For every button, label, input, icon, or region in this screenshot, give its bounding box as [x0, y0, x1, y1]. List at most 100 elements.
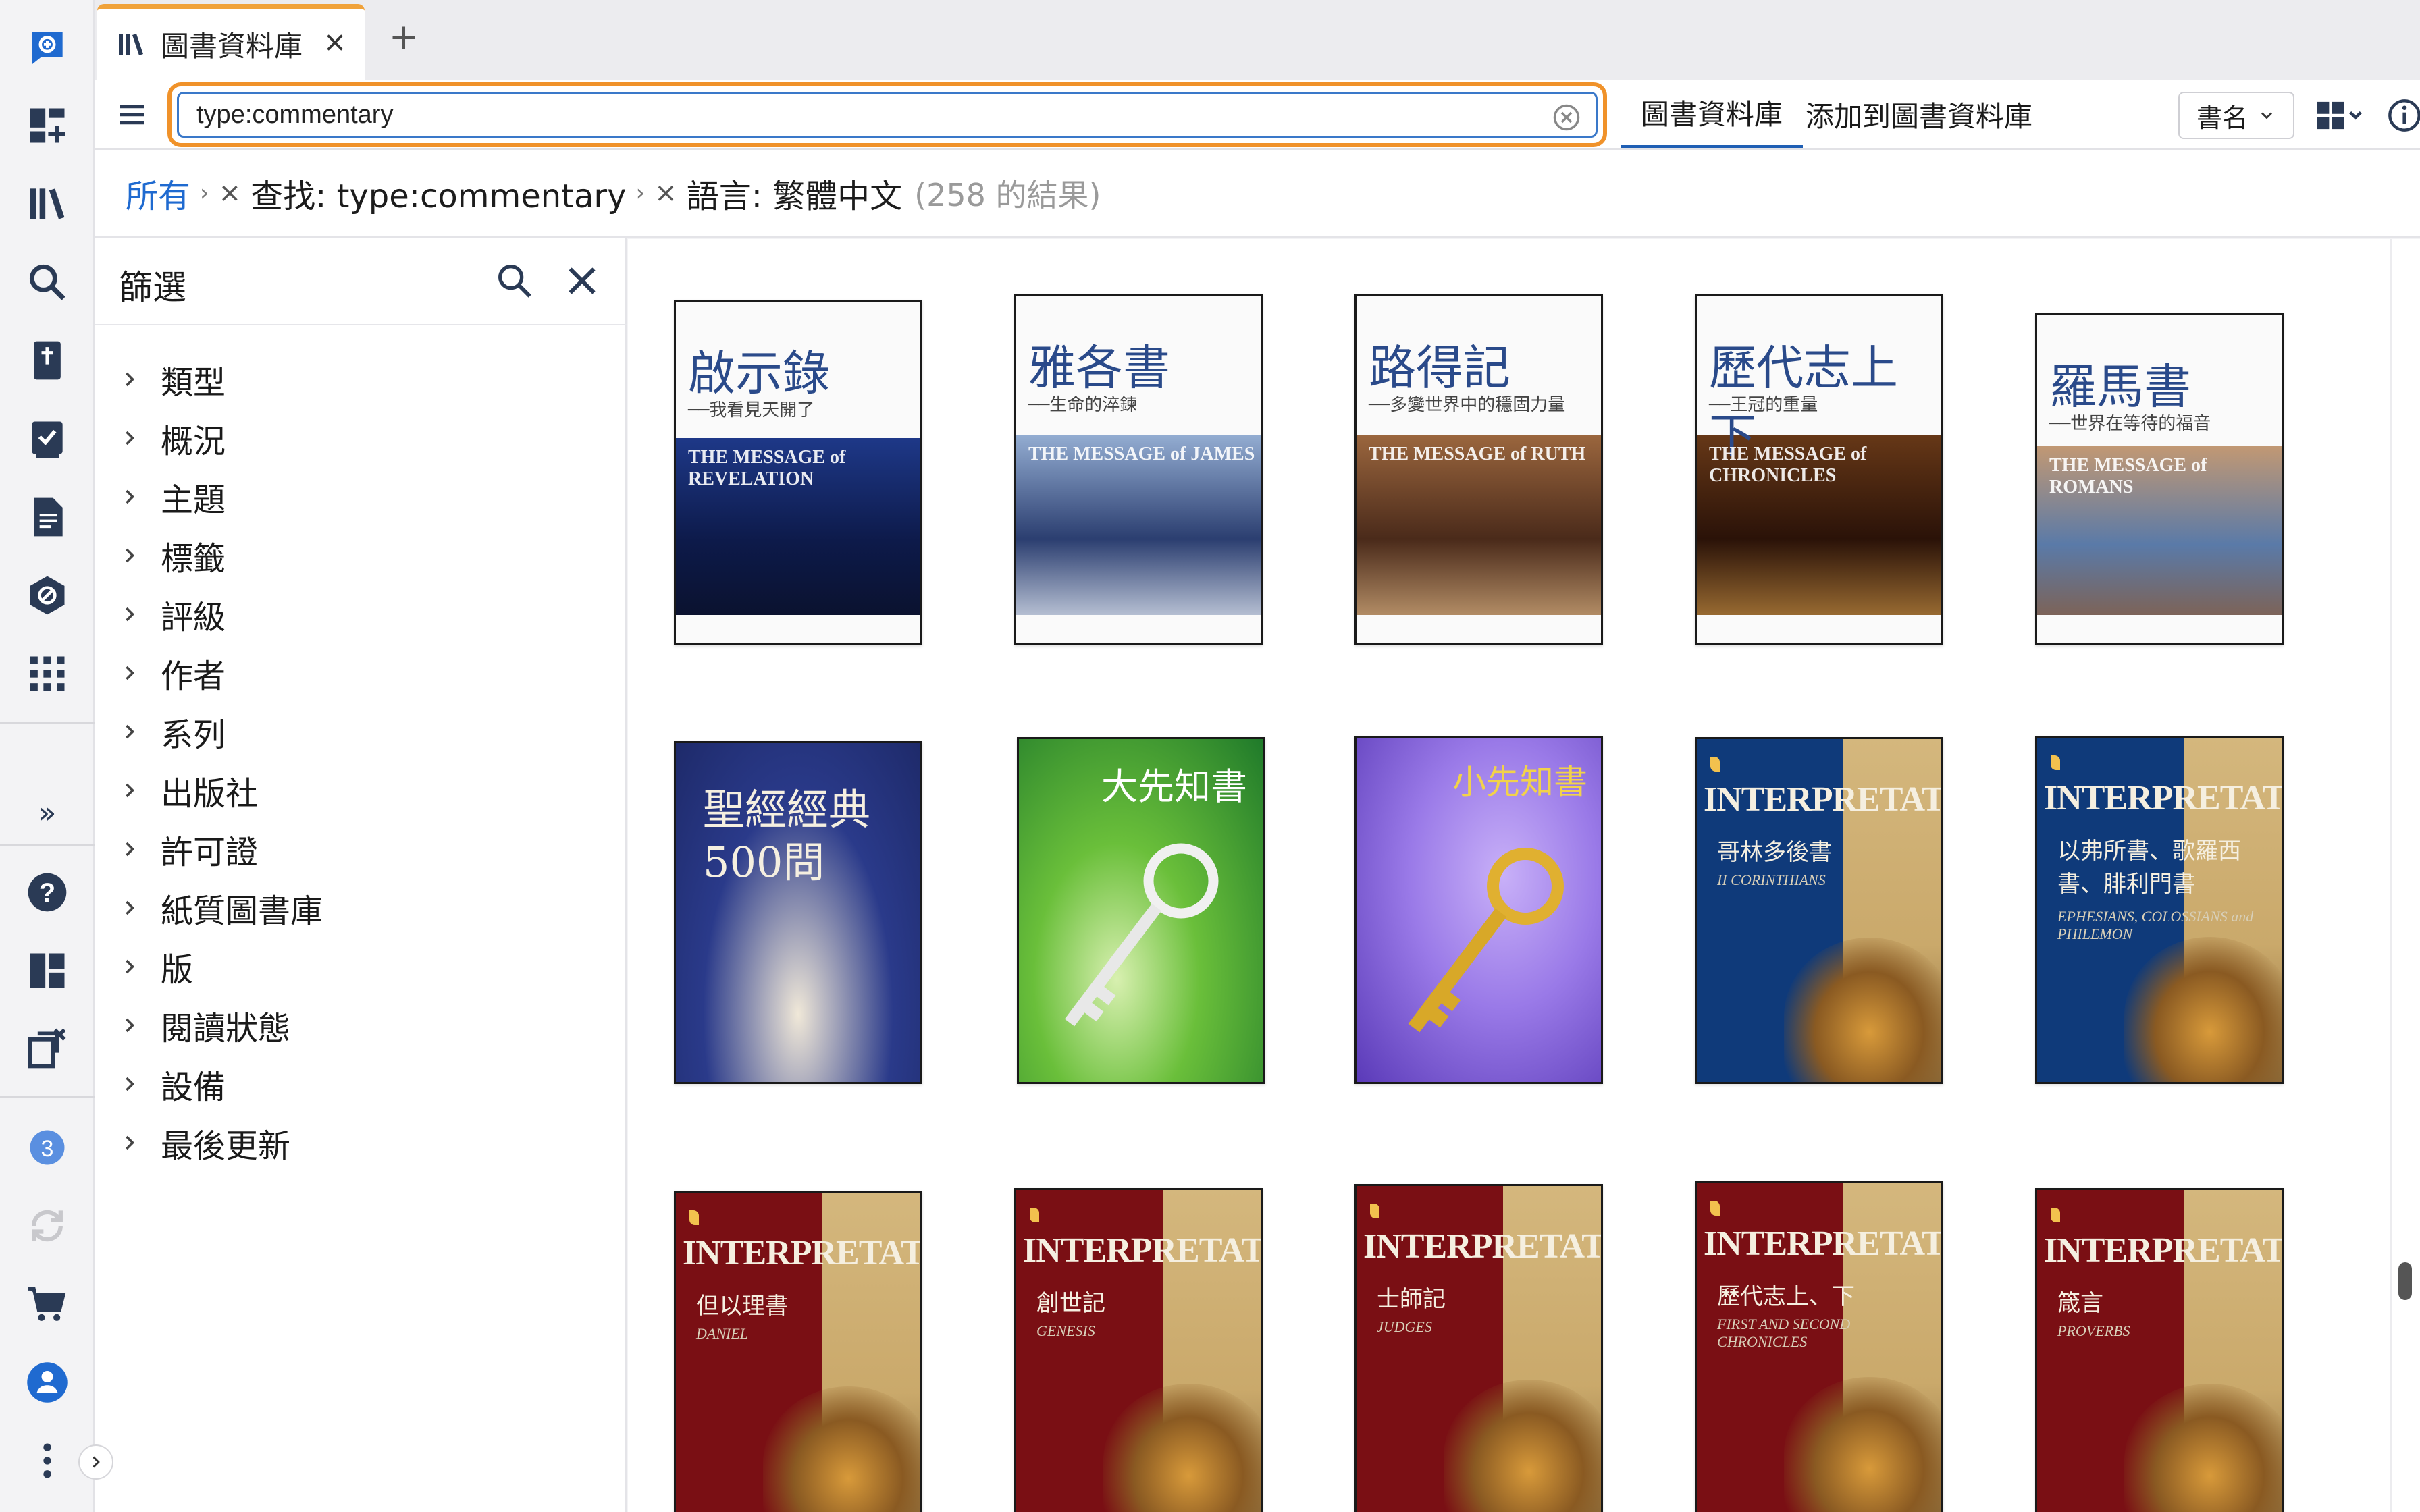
- chevron-right-icon: [126, 431, 135, 445]
- close-filter-icon[interactable]: [562, 261, 602, 301]
- clear-search-icon[interactable]: [1552, 103, 1581, 132]
- book-cover[interactable]: INTERPRETATION 但以理書 DANIEL: [674, 1191, 922, 1512]
- chevron-right-icon: [126, 1077, 135, 1091]
- expand-rail-icon[interactable]: »: [20, 786, 74, 840]
- book-cover[interactable]: INTERPRETATION 創世記 GENESIS: [1014, 1188, 1263, 1512]
- cover-footer: [2037, 615, 2282, 643]
- facet-item[interactable]: 系列: [95, 702, 627, 761]
- search-box: [167, 82, 1607, 147]
- facet-item[interactable]: 概況: [95, 408, 627, 467]
- apps-grid-icon[interactable]: [20, 647, 74, 701]
- facet-item[interactable]: 最後更新: [95, 1113, 627, 1172]
- remove-language-filter[interactable]: ×: [654, 178, 677, 209]
- cover-footer: [1357, 615, 1601, 643]
- book-cover[interactable]: 聖經經典500問: [674, 741, 922, 1084]
- library-view-tab[interactable]: 圖書資料庫: [1621, 80, 1804, 148]
- new-tab-button[interactable]: [384, 18, 424, 58]
- series-name: INTERPRETATION: [683, 1234, 922, 1272]
- book-cover[interactable]: INTERPRETATION 箴言 PROVERBS: [2035, 1188, 2284, 1512]
- document-icon[interactable]: [20, 490, 74, 544]
- book-title: 雅各書: [1028, 340, 1170, 396]
- scrollbar-thumb[interactable]: [2398, 1262, 2412, 1300]
- breadcrumb-all[interactable]: 所有: [126, 169, 190, 217]
- close-tab-icon[interactable]: [319, 26, 351, 59]
- tab-library[interactable]: 圖書資料庫: [97, 4, 365, 80]
- more-vertical-icon[interactable]: [20, 1434, 74, 1488]
- book-cover[interactable]: 歷代志上下 ──王冠的重量 THE MESSAGE of CHRONICLES: [1695, 294, 1943, 645]
- cover-illustration: [2124, 1383, 2282, 1512]
- book-cover[interactable]: INTERPRETATION 哥林多後書 II CORINTHIANS: [1695, 737, 1943, 1084]
- remove-search-filter[interactable]: ×: [219, 178, 242, 209]
- atlas-icon[interactable]: [20, 568, 74, 622]
- tab-bar: 圖書資料庫: [95, 0, 2420, 80]
- collapse-panel-button[interactable]: [78, 1444, 113, 1480]
- scrollbar[interactable]: [2390, 239, 2420, 1512]
- book-cover[interactable]: 大先知書: [1017, 737, 1265, 1084]
- book-title: 創世記: [1036, 1290, 1105, 1317]
- book-title: 箴言: [2057, 1290, 2103, 1317]
- series-name: INTERPRETATION: [1363, 1227, 1603, 1266]
- facet-item[interactable]: 版: [95, 937, 627, 996]
- book-title: 聖經經典500問: [703, 785, 871, 887]
- result-count: (258 的結果): [914, 177, 1101, 213]
- notifications-badge[interactable]: 3: [20, 1120, 74, 1174]
- book-title: 大先知書: [1101, 765, 1247, 808]
- add-to-library-button[interactable]: 添加到圖書資料庫: [1806, 80, 2032, 148]
- facet-item[interactable]: 類型: [95, 350, 627, 408]
- facet-list: 類型 概況 主題 標籤 評級 作者 系列出版社許可證 紙質圖書庫版閱讀狀態 設備 最後更新: [95, 350, 627, 1172]
- app-logo-icon[interactable]: [20, 20, 74, 74]
- dashboard-add-icon[interactable]: [20, 99, 74, 153]
- checklist-icon[interactable]: [20, 412, 74, 466]
- facet-label: 出版社: [161, 774, 259, 813]
- facet-item[interactable]: 出版社: [95, 761, 627, 819]
- info-button[interactable]: [2382, 93, 2420, 138]
- account-icon[interactable]: [20, 1355, 74, 1409]
- book-cover[interactable]: 羅馬書 ──世界在等待的福音 THE MESSAGE of ROMANS: [2035, 313, 2284, 645]
- book-cover[interactable]: 小先知書: [1354, 736, 1603, 1084]
- help-icon[interactable]: ?: [20, 865, 74, 919]
- book-title: 羅馬書: [2049, 359, 2191, 414]
- cart-icon[interactable]: [20, 1277, 74, 1331]
- bible-icon[interactable]: [20, 333, 74, 387]
- breadcrumb-search[interactable]: 查找: type:commentary: [251, 169, 626, 217]
- book-cover[interactable]: INTERPRETATION 歷代志上、下 FIRST AND SECOND CHR…: [1695, 1181, 1943, 1512]
- facet-item[interactable]: 作者: [95, 643, 627, 702]
- book-cover[interactable]: INTERPRETATION 以弗所書、歌羅西書、腓利門書 EPHESIANS, C…: [2035, 736, 2284, 1084]
- facet-item[interactable]: 許可證: [95, 819, 627, 878]
- breadcrumb: 所有 › × 查找: type:commentary › × 語言: 繁體中文 …: [95, 150, 2420, 238]
- book-cover[interactable]: 雅各書 ──生命的淬鍊 THE MESSAGE of JAMES: [1014, 294, 1263, 645]
- book-title: 士師記: [1377, 1286, 1446, 1313]
- layout-icon[interactable]: [20, 944, 74, 998]
- facet-item[interactable]: 設備: [95, 1054, 627, 1113]
- view-mode-button[interactable]: [2311, 93, 2369, 138]
- book-cover[interactable]: INTERPRETATION 士師記 JUDGES: [1354, 1184, 1603, 1512]
- filter-panel: 篩選 類型 概況 主題 標籤 評級 作者 系列 出版社 許可證 紙質圖書庫版閱讀狀態 設備 最後更新: [95, 238, 627, 1512]
- series-flame-icon: [689, 1210, 699, 1225]
- sort-dropdown[interactable]: 書名: [2178, 92, 2294, 139]
- facet-item[interactable]: 閱讀狀態: [95, 996, 627, 1054]
- search-icon[interactable]: [20, 255, 74, 309]
- library-icon[interactable]: [20, 177, 74, 231]
- series-flame-icon: [1710, 1201, 1720, 1216]
- facet-item[interactable]: 主題: [95, 467, 627, 526]
- filter-search-icon[interactable]: [493, 259, 536, 302]
- sync-icon[interactable]: [20, 1199, 74, 1253]
- menu-button[interactable]: [111, 93, 154, 136]
- chevron-right-icon: [126, 1135, 135, 1150]
- facet-item[interactable]: 標籤: [95, 526, 627, 585]
- chevron-down-icon: [2261, 112, 2272, 119]
- facet-item[interactable]: 評級: [95, 585, 627, 643]
- book-cover[interactable]: 啟示錄 ──我看見天開了 THE MESSAGE of REVELATION: [674, 300, 922, 645]
- close-panels-icon[interactable]: [20, 1022, 74, 1076]
- sort-label: 書名: [2196, 103, 2248, 133]
- facet-item[interactable]: 紙質圖書庫: [95, 878, 627, 937]
- book-cover[interactable]: 路得記 ──多變世界中的穩固力量 THE MESSAGE of RUTH: [1354, 294, 1603, 645]
- breadcrumb-language[interactable]: 語言: 繁體中文: [687, 169, 902, 217]
- chevron-right-icon: [126, 724, 135, 738]
- rail-divider: [0, 844, 95, 846]
- search-input[interactable]: [196, 94, 1479, 136]
- book-title: 哥林多後書: [1717, 839, 1832, 866]
- book-english-title: THE MESSAGE of JAMES: [1028, 443, 1255, 464]
- book-english-title: THE MESSAGE of REVELATION: [688, 447, 846, 489]
- tab-label: 圖書資料庫: [161, 30, 303, 63]
